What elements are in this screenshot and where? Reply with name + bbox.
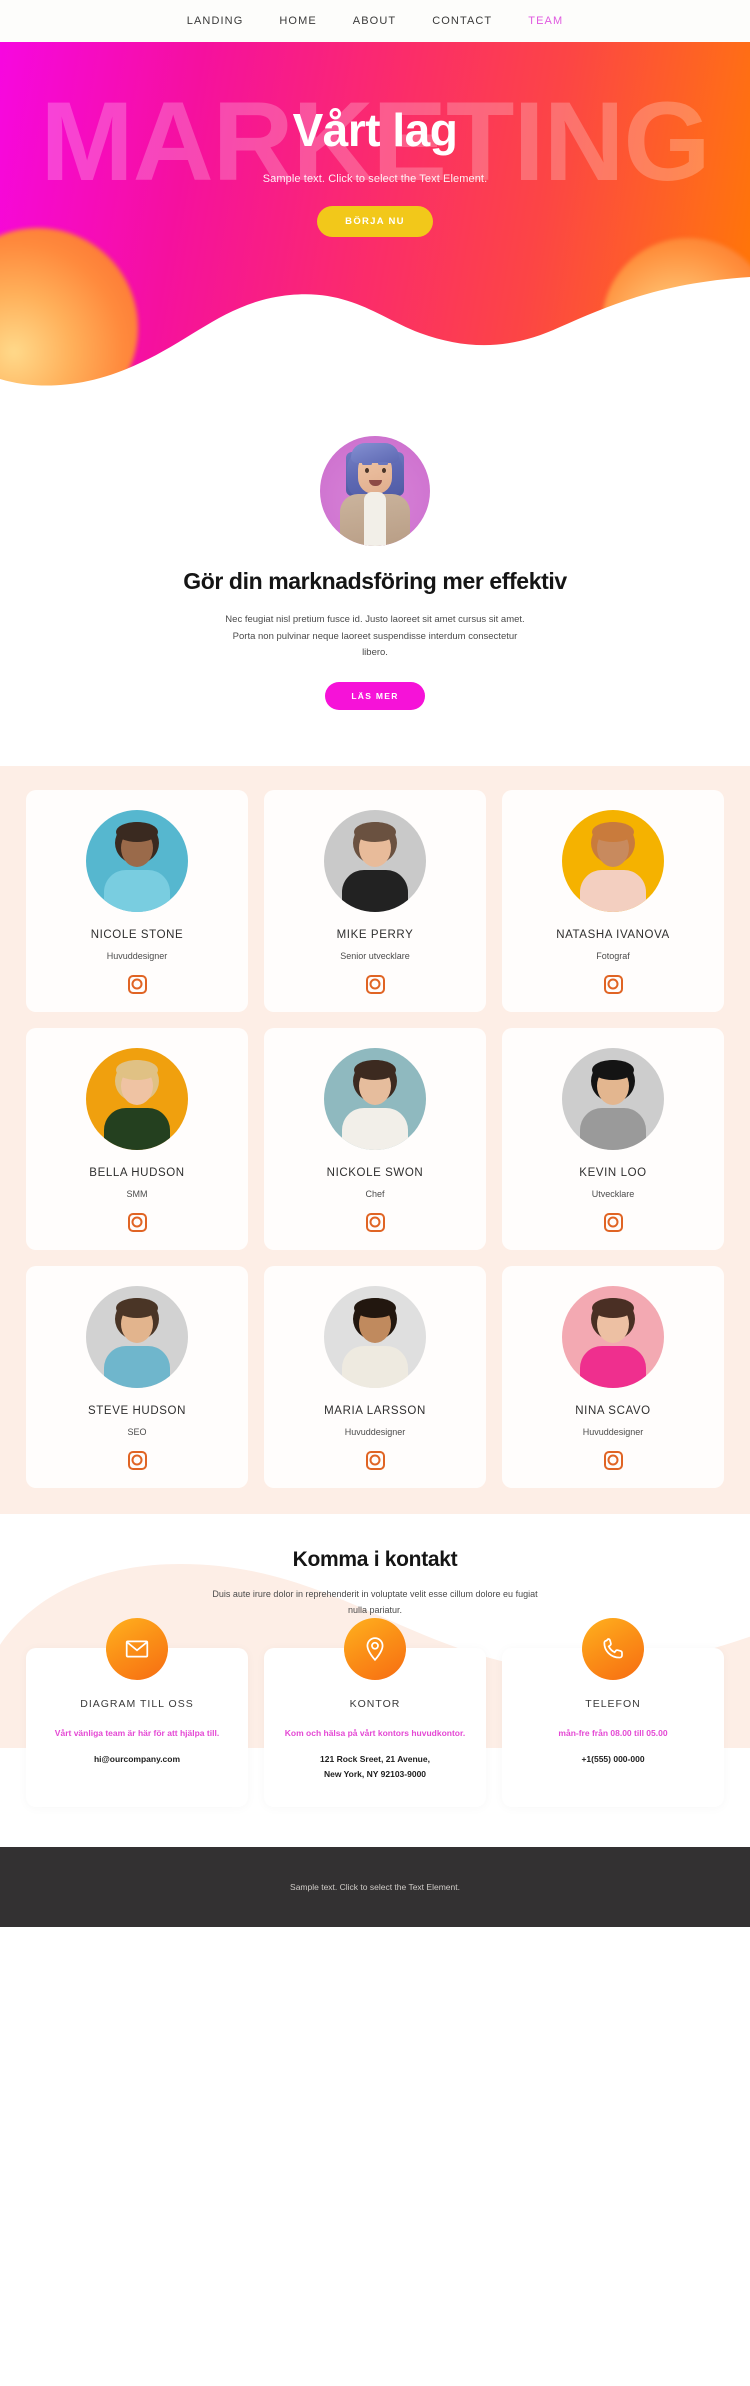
team-card[interactable]: NICKOLE SWON Chef [264,1027,486,1250]
team-member-photo [86,1285,188,1388]
map-pin-icon [344,1618,406,1681]
team-card[interactable]: BELLA HUDSON SMM [26,1027,248,1250]
team-card[interactable]: NINA SCAVO Huvuddesigner [502,1265,724,1488]
hero-subtitle: Sample text. Click to select the Text El… [262,173,488,186]
nav-item-about[interactable]: ABOUT [353,15,396,27]
top-navigation: LANDING HOME ABOUT CONTACT TEAM [0,0,750,42]
team-member-name: MARIA LARSSON [324,1404,426,1417]
phone-icon [582,1618,644,1681]
intro-avatar [320,436,430,546]
contact-card-title: DIAGRAM TILL OSS [80,1698,194,1711]
contact-card[interactable]: DIAGRAM TILL OSS Vårt vänliga team är här… [26,1618,248,1808]
team-member-role: Senior utvecklare [340,950,410,961]
contact-card-description: mån-fre från 08.00 till 05.00 [558,1728,668,1739]
team-member-name: NICOLE STONE [90,928,184,941]
team-member-role: SEO [127,1426,147,1437]
team-section: NICOLE STONE Huvuddesigner MIKE PERRY Senio… [0,765,750,1514]
team-member-name: NICKOLE SWON [326,1166,424,1179]
contact-card-description: Kom och hälsa på vårt kontors huvudkonto… [284,1728,466,1739]
instagram-icon[interactable] [603,974,623,994]
nav-item-home[interactable]: HOME [279,15,316,27]
team-card[interactable]: NICOLE STONE Huvuddesigner [26,789,248,1012]
intro-heading: Gör din marknadsföring mer effektiv [183,568,567,594]
envelope-icon [106,1618,168,1681]
team-member-role: Chef [365,1188,385,1199]
hero-cta-button[interactable]: BÖRJA NU [317,206,433,238]
contact-card-title: KONTOR [349,1698,401,1711]
intro-cta-button[interactable]: LÄS MER [325,681,425,710]
team-member-role: Huvuddesigner [344,1426,406,1437]
nav-item-team[interactable]: TEAM [528,15,563,27]
team-grid: NICOLE STONE Huvuddesigner MIKE PERRY Senio… [26,789,724,1488]
instagram-icon[interactable] [127,974,147,994]
contact-card-title: TELEFON [585,1698,641,1711]
team-member-role: Huvuddesigner [582,1426,644,1437]
instagram-icon[interactable] [365,974,385,994]
team-member-role: Fotograf [596,950,630,961]
team-member-photo [562,809,664,912]
nav-item-landing[interactable]: LANDING [187,15,244,27]
nav-item-contact[interactable]: CONTACT [432,15,492,27]
team-member-name: NINA SCAVO [575,1404,651,1417]
team-member-role: Utvecklare [591,1188,635,1199]
instagram-icon[interactable] [603,1212,623,1232]
contact-heading: Komma i kontakt [292,1547,458,1571]
team-card[interactable]: NATASHA IVANOVA Fotograf [502,789,724,1012]
team-member-photo [324,1047,426,1150]
team-member-name: MIKE PERRY [336,928,414,941]
contact-card-description: Vårt vänliga team är här för att hjälpa … [54,1728,220,1739]
instagram-icon[interactable] [365,1212,385,1232]
team-member-name: BELLA HUDSON [89,1166,185,1179]
hero-wave-divider [0,277,750,414]
intro-section: Gör din marknadsföring mer effektiv Nec … [0,414,750,766]
footer-text: Sample text. Click to select the Text El… [290,1882,460,1893]
contact-card-value[interactable]: hi@ourcompany.com [38,1752,236,1768]
team-member-photo [562,1047,664,1150]
team-member-name: KEVIN LOO [579,1166,647,1179]
hero-title: Vårt lag [292,104,458,156]
contact-lede: Duis aute irure dolor in reprehenderit i… [212,1588,538,1616]
landing-page: LANDING HOME ABOUT CONTACT TEAM MARKETIN… [0,0,750,1928]
contact-card[interactable]: TELEFON mån-fre från 08.00 till 05.00 +1(5… [502,1618,724,1808]
contact-grid: DIAGRAM TILL OSS Vårt vänliga team är här… [26,1618,724,1808]
contact-section: Komma i kontakt Duis aute irure dolor in… [0,1513,750,1848]
hero-section: MARKETING Vårt lag Sample text. Click to… [0,42,750,414]
team-member-photo [86,1047,188,1150]
team-card[interactable]: MIKE PERRY Senior utvecklare [264,789,486,1012]
instagram-icon[interactable] [127,1450,147,1470]
instagram-icon[interactable] [365,1450,385,1470]
team-member-name: STEVE HUDSON [88,1404,186,1417]
contact-card[interactable]: KONTOR Kom och hälsa på vårt kontors huvu… [264,1618,486,1808]
team-member-photo [324,809,426,912]
team-card[interactable]: STEVE HUDSON SEO [26,1265,248,1488]
team-member-name: NATASHA IVANOVA [556,928,670,941]
team-member-role: Huvuddesigner [106,950,168,961]
team-card[interactable]: MARIA LARSSON Huvuddesigner [264,1265,486,1488]
team-member-photo [562,1285,664,1388]
contact-card-value[interactable]: 121 Rock Sreet, 21 Avenue, New York, NY 9… [276,1752,474,1783]
instagram-icon[interactable] [127,1212,147,1232]
team-card[interactable]: KEVIN LOO Utvecklare [502,1027,724,1250]
instagram-icon[interactable] [603,1450,623,1470]
team-member-photo [324,1285,426,1388]
page-footer: Sample text. Click to select the Text El… [0,1847,750,1928]
intro-paragraph: Nec feugiat nisl pretium fusce id. Justo… [225,614,525,659]
team-member-role: SMM [126,1188,148,1199]
contact-card-value[interactable]: +1(555) 000-000 [514,1752,712,1768]
team-member-photo [86,809,188,912]
